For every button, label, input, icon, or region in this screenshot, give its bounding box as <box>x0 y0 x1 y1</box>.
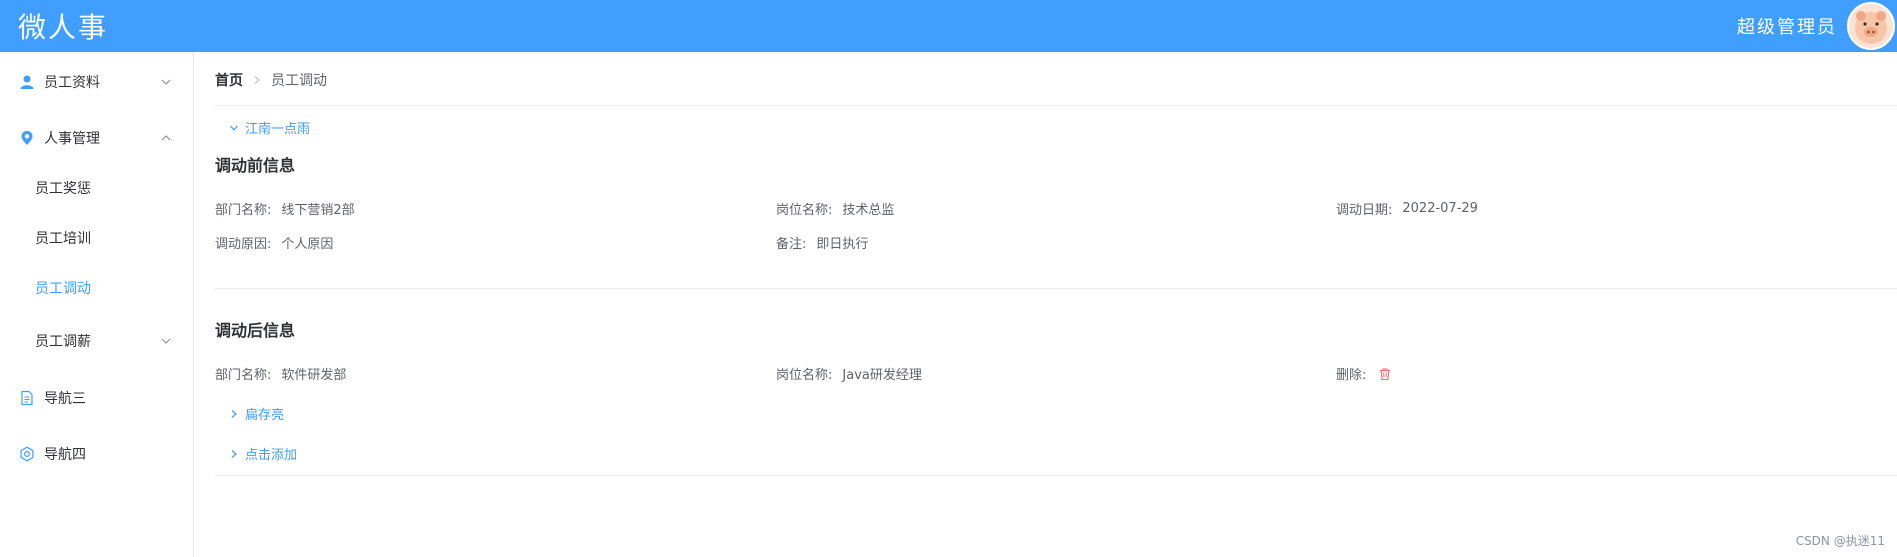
field-label: 备注: <box>776 237 807 252</box>
gear-icon <box>18 445 36 463</box>
sidebar-item-salary-adjust[interactable]: 员工调薪 <box>0 316 193 366</box>
avatar[interactable] <box>1847 2 1895 50</box>
employee-name: 江南一点雨 <box>245 122 311 137</box>
section-title-before: 调动前信息 <box>215 156 296 175</box>
breadcrumb: 首页 员工调动 <box>215 70 327 90</box>
divider <box>214 105 1897 106</box>
chevron-down-icon <box>161 79 171 85</box>
watermark: CSDN @执迷11 <box>1795 534 1885 548</box>
field-label: 部门名称: <box>215 368 272 383</box>
sidebar-item-transfer[interactable]: 员工调动 <box>0 263 193 313</box>
field-before-job: 岗位名称: 技术总监 <box>776 199 894 218</box>
field-before-reason: 调动原因: 个人原因 <box>215 233 333 252</box>
divider <box>214 288 1897 289</box>
add-link: 点击添加 <box>245 448 298 463</box>
field-before-remark: 备注: 即日执行 <box>776 233 868 252</box>
chevron-right-icon <box>229 449 239 459</box>
employee-name: 扁存亮 <box>245 408 285 423</box>
field-value: 线下营销2部 <box>281 203 355 218</box>
field-value: 软件研发部 <box>281 368 347 383</box>
collapse-header-add[interactable]: 点击添加 <box>229 444 297 463</box>
sidebar-item-label: 导航三 <box>44 391 86 407</box>
sidebar-item-label: 员工奖惩 <box>35 181 91 197</box>
chevron-down-icon <box>161 338 171 344</box>
sidebar-item-nav-three[interactable]: 导航三 <box>0 370 193 426</box>
chevron-up-icon <box>161 135 171 141</box>
pig-avatar-icon <box>1855 11 1887 44</box>
sidebar-item-nav-four[interactable]: 导航四 <box>0 426 193 482</box>
chevron-right-icon <box>229 409 239 419</box>
section-title-after: 调动后信息 <box>215 321 296 340</box>
breadcrumb-current: 员工调动 <box>271 73 327 89</box>
app-header: 微人事 超级管理员 <box>0 0 1897 52</box>
sidebar-item-hr-management[interactable]: 人事管理 <box>0 110 193 166</box>
field-after-job: 岗位名称: Java研发经理 <box>776 364 922 383</box>
location-icon <box>18 129 36 147</box>
sidebar-item-label: 人事管理 <box>44 131 100 147</box>
sidebar-item-label: 员工调动 <box>35 281 91 297</box>
sidebar-item-rewards[interactable]: 员工奖惩 <box>0 163 193 213</box>
document-icon <box>18 389 36 407</box>
chevron-right-icon <box>252 75 262 85</box>
field-value: 即日执行 <box>816 237 869 252</box>
user-menu[interactable]: 超级管理员 <box>1737 0 1897 52</box>
sidebar-item-label: 员工培训 <box>35 231 91 247</box>
field-value: 个人原因 <box>281 237 334 252</box>
sidebar-item-label: 员工资料 <box>44 75 100 91</box>
field-value: Java研发经理 <box>842 368 922 383</box>
breadcrumb-home[interactable]: 首页 <box>215 70 243 90</box>
field-label: 调动日期: <box>1336 203 1393 218</box>
sidebar-menu: 员工资料 人事管理 员工奖惩 员工培训 员工调动 员工调薪 导航三 导航四 <box>0 52 194 557</box>
field-after-delete: 删除: <box>1336 364 1392 383</box>
divider <box>214 475 1897 476</box>
user-icon <box>18 73 36 91</box>
field-label: 岗位名称: <box>776 368 833 383</box>
field-before-date: 调动日期: 2022-07-29 <box>1336 199 1478 218</box>
collapse-header-employee[interactable]: 江南一点雨 <box>229 118 310 137</box>
field-label: 部门名称: <box>215 203 272 218</box>
user-name[interactable]: 超级管理员 <box>1737 13 1837 39</box>
field-label: 岗位名称: <box>776 203 833 218</box>
sidebar-item-label: 员工调薪 <box>35 334 91 350</box>
field-before-dept: 部门名称: 线下营销2部 <box>215 199 355 218</box>
collapse-header-employee[interactable]: 扁存亮 <box>229 404 284 423</box>
sidebar-item-label: 导航四 <box>44 447 86 463</box>
sidebar-item-training[interactable]: 员工培训 <box>0 213 193 263</box>
app-brand: 微人事 <box>18 11 109 44</box>
field-value: 2022-07-29 <box>1402 201 1478 216</box>
sidebar-item-employee-info[interactable]: 员工资料 <box>0 54 193 110</box>
trash-icon[interactable] <box>1378 367 1392 381</box>
field-after-dept: 部门名称: 软件研发部 <box>215 364 346 383</box>
chevron-down-icon <box>229 123 239 133</box>
main-content: 首页 员工调动 江南一点雨 调动前信息 部门名称: 线下营销2部 岗位名称: 技… <box>195 52 1897 557</box>
field-label: 删除: <box>1336 368 1367 383</box>
field-value: 技术总监 <box>842 203 895 218</box>
field-label: 调动原因: <box>215 237 272 252</box>
